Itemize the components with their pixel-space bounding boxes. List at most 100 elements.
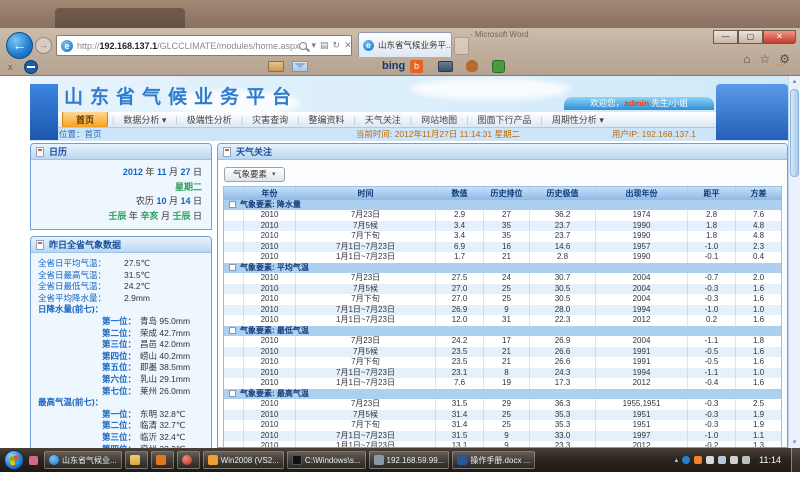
taskbar-button[interactable] <box>177 451 200 469</box>
table-row[interactable]: 20107月23日24.21726.92004-1.11.8 <box>224 336 781 347</box>
scroll-up-icon[interactable]: ▴ <box>789 76 800 87</box>
favorites-icon[interactable]: ☆ <box>759 52 770 66</box>
vertical-scrollbar[interactable]: ▴ ▾ <box>788 76 800 448</box>
rank-value: 乳山 29.1mm <box>140 374 190 386</box>
table-row[interactable]: 20101月1日~7月23日1.7212.81990-0.10.4 <box>224 252 781 263</box>
column-header[interactable]: 出现年份 <box>596 187 688 200</box>
cards-icon[interactable] <box>268 61 284 72</box>
nav-item[interactable]: 网站地图 <box>412 113 466 126</box>
toolbar-close-icon[interactable]: x <box>8 62 13 72</box>
table-row[interactable]: 20107月5候23.52126.61991-0.51.6 <box>224 347 781 358</box>
taskbar-button[interactable] <box>125 451 148 469</box>
scrollbar-thumb[interactable] <box>790 89 799 177</box>
bing-logo[interactable]: bing <box>382 60 405 72</box>
table-cell: 25 <box>484 410 530 421</box>
table-row[interactable]: 20107月下旬31.42535.31951-0.31.9 <box>224 420 781 431</box>
paw-icon[interactable] <box>466 60 478 72</box>
minimize-button[interactable]: — <box>713 30 738 44</box>
group-checkbox[interactable] <box>229 201 236 208</box>
group-checkbox[interactable] <box>229 264 236 271</box>
pinned-app-icon[interactable] <box>29 456 38 465</box>
taskbar-button[interactable]: 192.168.59.99... <box>369 451 450 469</box>
table-row[interactable]: 20107月23日2.92736.219742.87.6 <box>224 210 781 221</box>
vol-tray-icon[interactable] <box>742 456 750 464</box>
maximize-button[interactable]: ▢ <box>738 30 763 44</box>
table-row[interactable]: 20107月1日~7月23日23.1824.31994-1.11.0 <box>224 368 781 379</box>
table-row[interactable]: 20107月下旬23.52126.61991-0.51.6 <box>224 357 781 368</box>
table-cell: 7月23日 <box>296 273 436 284</box>
refresh-icon[interactable]: ↻ <box>333 40 341 51</box>
table-group-row[interactable]: 气象要素: 最高气温 <box>224 389 781 400</box>
scroll-down-icon[interactable]: ▾ <box>789 437 800 448</box>
lang-tray-icon[interactable] <box>682 456 690 464</box>
address-bar[interactable]: e http://192.168.137.1/GLCCLIMATE/module… <box>56 35 352 56</box>
taskbar-button[interactable] <box>151 451 174 469</box>
disp-tray-icon[interactable] <box>718 456 726 464</box>
new-tab-button[interactable] <box>454 37 469 55</box>
table-row[interactable]: 20107月1日~7月23日26.9928.01994-1.01.0 <box>224 305 781 316</box>
nav-item[interactable]: 天气关注 <box>356 113 410 126</box>
group-checkbox[interactable] <box>229 327 236 334</box>
table-group-row[interactable]: 气象要素: 最低气温 <box>224 326 781 337</box>
taskbar-button[interactable]: 山东省气候业... <box>44 451 122 469</box>
column-header[interactable]: 时间 <box>296 187 436 200</box>
table-group-row[interactable]: 气象要素: 降水量 <box>224 200 781 211</box>
table-group-row[interactable]: 气象要素: 平均气温 <box>224 263 781 274</box>
search-caret-icon[interactable]: ▾ <box>311 40 316 51</box>
close-button[interactable]: ✕ <box>763 30 796 44</box>
nav-item[interactable]: 图面下行产品 <box>469 113 541 126</box>
column-header[interactable]: 年份 <box>244 187 296 200</box>
background-window <box>55 8 185 28</box>
blocked-icon[interactable] <box>24 60 38 74</box>
rank-label: 第一位： <box>38 316 136 328</box>
table-row[interactable]: 20107月23日31.52936.31955,1951-0.32.5 <box>224 399 781 410</box>
element-filter-button[interactable]: 气象要素 ▾ <box>224 167 285 182</box>
camera-icon[interactable] <box>438 61 453 72</box>
show-desktop-button[interactable] <box>791 448 800 472</box>
table-row[interactable]: 20107月5候31.42535.31951-0.31.9 <box>224 410 781 421</box>
puzzle-icon[interactable] <box>492 60 505 73</box>
column-header[interactable]: 距平 <box>688 187 736 200</box>
home-icon[interactable]: ⌂ <box>743 52 750 66</box>
back-button[interactable]: ← <box>6 32 33 59</box>
bird-tray-icon[interactable] <box>694 456 702 464</box>
table-row[interactable]: 20101月1日~7月23日7.61917.32012-0.41.6 <box>224 378 781 389</box>
table-row[interactable]: 20107月下旬3.43523.719901.84.8 <box>224 231 781 242</box>
search-icon[interactable] <box>299 42 307 50</box>
table-row[interactable]: 20107月1日~7月23日31.5933.01997-1.01.1 <box>224 431 781 442</box>
column-header[interactable]: 历史排位 <box>484 187 530 200</box>
column-header[interactable]: 历史极值 <box>530 187 596 200</box>
nav-item[interactable]: 极端性分析 <box>178 113 241 126</box>
table-row[interactable]: 20107月1日~7月23日6.91614.61957-1.02.3 <box>224 242 781 253</box>
browser-tab[interactable]: e 山东省气候业务平... ✕ <box>358 32 452 57</box>
taskbar-button[interactable]: 操作手册.docx ... <box>452 451 535 469</box>
column-header[interactable]: 方差 <box>736 187 781 200</box>
table-row[interactable]: 20107月23日27.52430.72004-0.72.0 <box>224 273 781 284</box>
table-cell: -0.3 <box>688 420 736 431</box>
nav-item[interactable]: 周期性分析 ▾ <box>543 113 613 126</box>
nav-item[interactable]: 灾害查询 <box>243 113 297 126</box>
page-icon[interactable]: ▤ <box>320 40 329 51</box>
tray-expand-icon[interactable]: ▴ <box>675 456 679 464</box>
envelope-icon[interactable] <box>292 61 308 72</box>
table-row[interactable]: 20101月1日~7月23日13.1923.32012-0.21.3 <box>224 441 781 448</box>
tools-icon[interactable]: ⚙ <box>779 52 790 66</box>
start-button[interactable] <box>4 450 24 470</box>
bing-badge-icon[interactable]: b <box>410 60 423 73</box>
table-row[interactable]: 20101月1日~7月23日12.03122.320120.21.6 <box>224 315 781 326</box>
nav-item[interactable]: 首页 <box>62 112 108 127</box>
taskbar-button[interactable]: C:\Windows\s... <box>287 451 366 469</box>
flag-tray-icon[interactable] <box>706 456 714 464</box>
nav-item[interactable]: 数据分析 ▾ <box>114 113 175 126</box>
table-row[interactable]: 20107月5候27.02530.52004-0.31.6 <box>224 284 781 295</box>
column-header[interactable]: 数值 <box>436 187 484 200</box>
nav-item[interactable]: 整编资料 <box>299 113 353 126</box>
table-row[interactable]: 20107月下旬27.02530.52004-0.31.6 <box>224 294 781 305</box>
taskbar-button[interactable]: Win2008 (VS2... <box>203 451 284 469</box>
forward-button[interactable]: → <box>35 37 52 54</box>
rank-label: 第四位： <box>38 351 136 363</box>
stop-icon[interactable]: ✕ <box>344 40 352 51</box>
group-checkbox[interactable] <box>229 390 236 397</box>
net-tray-icon[interactable] <box>730 456 738 464</box>
table-row[interactable]: 20107月5候3.43523.719901.84.8 <box>224 221 781 232</box>
